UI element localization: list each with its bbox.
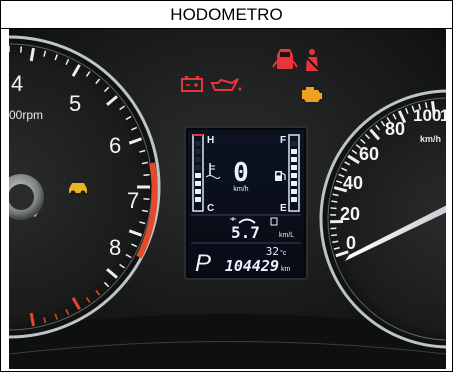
figure-title: HODOMETRO [1, 1, 452, 29]
gauge-segment [195, 197, 201, 202]
dashboard-svg: 4 5 6 7 8 00rpm 0 20 40 60 80 100 1 km/h… [9, 29, 446, 369]
speed-number-100: 100 [413, 106, 441, 125]
gauge-tick [141, 161, 148, 165]
fuel-consumption-value: 5.7 [231, 223, 260, 242]
tach-number-8: 8 [109, 235, 121, 260]
gauge-segment [195, 157, 201, 162]
outside-temperature-unit: °c [280, 249, 287, 257]
tach-number-6: 6 [109, 133, 121, 158]
gauge-segment [195, 181, 201, 186]
speed-number-0: 0 [346, 233, 356, 253]
speed-unit-label: km/h [420, 134, 441, 144]
gauge-segment [195, 189, 201, 194]
gauge-segment [195, 173, 201, 178]
speed-number-60: 60 [359, 144, 379, 164]
gauge-tick [20, 46, 23, 53]
gauge-tick [331, 233, 338, 237]
gauge-tick [143, 198, 150, 201]
center-display: H C F E 0 km/h 5.7 km/L P 32 °c 104429 k… [184, 126, 308, 280]
tach-number-4: 4 [11, 71, 23, 96]
tach-number-5: 5 [69, 91, 81, 116]
fuel-full-label: F [280, 135, 286, 146]
gauge-segment [291, 181, 297, 186]
digital-speed-unit: km/h [233, 186, 248, 193]
gauge-tick [331, 200, 338, 203]
speed-number-20: 20 [340, 204, 360, 224]
figure-frame: HODOMETRO 4 5 6 7 8 00rpm 0 20 40 60 80 … [0, 0, 453, 372]
tach-number-7: 7 [127, 188, 139, 213]
temp-cold-label: C [207, 203, 214, 214]
digital-speed: 0 [233, 158, 249, 188]
speed-number-80: 80 [385, 119, 405, 139]
gauge-segment [195, 141, 201, 146]
odometer-value: 104429 [225, 257, 279, 275]
speed-number-40: 40 [343, 173, 363, 193]
fuel-empty-label: E [280, 203, 287, 214]
dashboard-photo: 4 5 6 7 8 00rpm 0 20 40 60 80 100 1 km/h… [9, 29, 446, 369]
speed-number-120: 12 [440, 106, 446, 125]
gauge-segment [291, 173, 297, 178]
gauge-segment [291, 165, 297, 170]
fuel-consumption-unit: km/L [279, 232, 294, 239]
gauge-tick [330, 207, 337, 210]
odometer-unit: km [281, 266, 291, 273]
gauge-segment [291, 189, 297, 194]
gauge-tick [143, 173, 150, 176]
tach-unit-label: 00rpm [9, 108, 43, 122]
gauge-tick [141, 209, 148, 213]
gear-indicator: P [195, 250, 211, 277]
gauge-segment [291, 141, 297, 146]
gauge-segment [291, 197, 297, 202]
gauge-segment [195, 165, 201, 170]
gauge-segment [291, 149, 297, 154]
gauge-segment [291, 157, 297, 162]
temp-hot-label: H [207, 135, 214, 146]
gauge-segment [195, 149, 201, 154]
